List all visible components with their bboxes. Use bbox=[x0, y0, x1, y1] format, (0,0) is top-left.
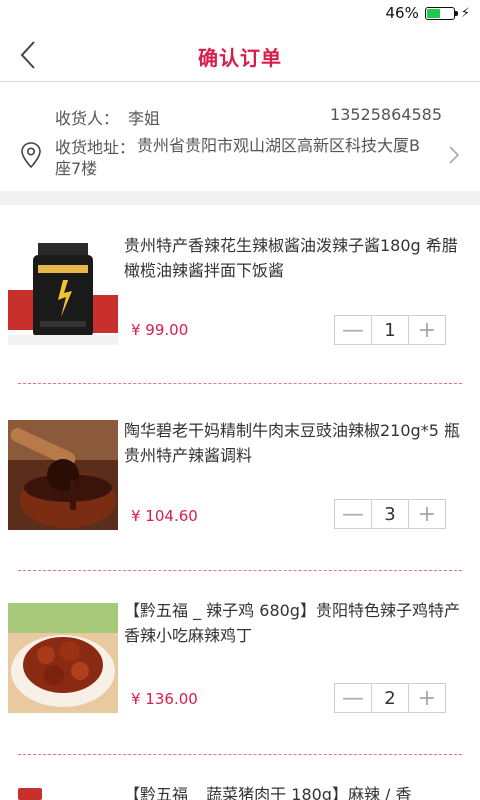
page-title: 确认订单 bbox=[198, 46, 282, 70]
decrease-button[interactable]: — bbox=[335, 684, 371, 712]
decrease-button[interactable]: — bbox=[335, 316, 371, 344]
battery-icon bbox=[424, 6, 458, 20]
order-item: 【黔五福 _ 蔬菜猪肉干 180g】麻辣 / 香 bbox=[0, 760, 480, 800]
quantity-stepper: — 3 + bbox=[334, 499, 446, 529]
nav-bar: 确认订单 bbox=[0, 28, 480, 82]
item-divider bbox=[18, 570, 462, 571]
quantity-stepper: — 1 + bbox=[334, 315, 446, 345]
status-bar: 46% ⚡ bbox=[0, 0, 480, 28]
product-price: ¥ 104.60 bbox=[131, 507, 198, 525]
address-text: 贵州省贵阳市观山湖区高新区科技大厦B座7楼 bbox=[55, 136, 420, 178]
item-divider bbox=[18, 754, 462, 755]
increase-button[interactable]: + bbox=[409, 500, 445, 528]
recipient-name: 李姐 bbox=[128, 109, 161, 128]
quantity-value[interactable]: 3 bbox=[371, 500, 409, 528]
increase-button[interactable]: + bbox=[409, 316, 445, 344]
charging-icon: ⚡ bbox=[460, 5, 470, 21]
battery-fill bbox=[426, 8, 440, 18]
decrease-button[interactable]: — bbox=[335, 500, 371, 528]
order-item: 陶华碧老干妈精制牛肉末豆豉油辣椒210g*5 瓶贵州特产辣酱调料 ¥ 104.6… bbox=[0, 390, 480, 575]
quantity-stepper: — 2 + bbox=[334, 683, 446, 713]
chevron-right-icon bbox=[449, 146, 460, 164]
product-price: ¥ 99.00 bbox=[131, 321, 189, 339]
increase-button[interactable]: + bbox=[409, 684, 445, 712]
address-block[interactable]: 收货人： 李姐 13525864585 收货地址： 贵州省贵阳市观山湖区高新区科… bbox=[0, 83, 480, 191]
recipient-label: 收货人： bbox=[55, 109, 120, 128]
recipient-phone: 13525864585 bbox=[330, 105, 442, 124]
product-price: ¥ 136.00 bbox=[131, 690, 198, 708]
order-item: 【黔五福 _ 辣子鸡 680g】贵阳特色辣子鸡特产香辣小吃麻辣鸡丁 ¥ 136.… bbox=[0, 575, 480, 760]
section-divider bbox=[0, 191, 480, 205]
quantity-value[interactable]: 1 bbox=[371, 316, 409, 344]
product-image[interactable] bbox=[8, 420, 118, 530]
product-title[interactable]: 陶华碧老干妈精制牛肉末豆豉油辣椒210g*5 瓶贵州特产辣酱调料 bbox=[124, 418, 464, 468]
order-item: 贵州特产香辣花生辣椒酱油泼辣子酱180g 希腊橄榄油辣酱拌面下饭酱 ¥ 99.0… bbox=[0, 205, 480, 390]
product-image[interactable] bbox=[8, 784, 118, 800]
location-pin-icon bbox=[21, 142, 41, 169]
status-right: 46% ⚡ bbox=[386, 4, 470, 22]
product-title[interactable]: 【黔五福 _ 蔬菜猪肉干 180g】麻辣 / 香 bbox=[124, 782, 464, 800]
product-image[interactable] bbox=[8, 603, 118, 713]
battery-percent: 46% bbox=[385, 4, 419, 22]
item-divider bbox=[18, 383, 462, 384]
quantity-value[interactable]: 2 bbox=[371, 684, 409, 712]
product-title[interactable]: 【黔五福 _ 辣子鸡 680g】贵阳特色辣子鸡特产香辣小吃麻辣鸡丁 bbox=[124, 598, 464, 648]
product-title[interactable]: 贵州特产香辣花生辣椒酱油泼辣子酱180g 希腊橄榄油辣酱拌面下饭酱 bbox=[124, 233, 464, 283]
product-image[interactable] bbox=[8, 235, 118, 345]
